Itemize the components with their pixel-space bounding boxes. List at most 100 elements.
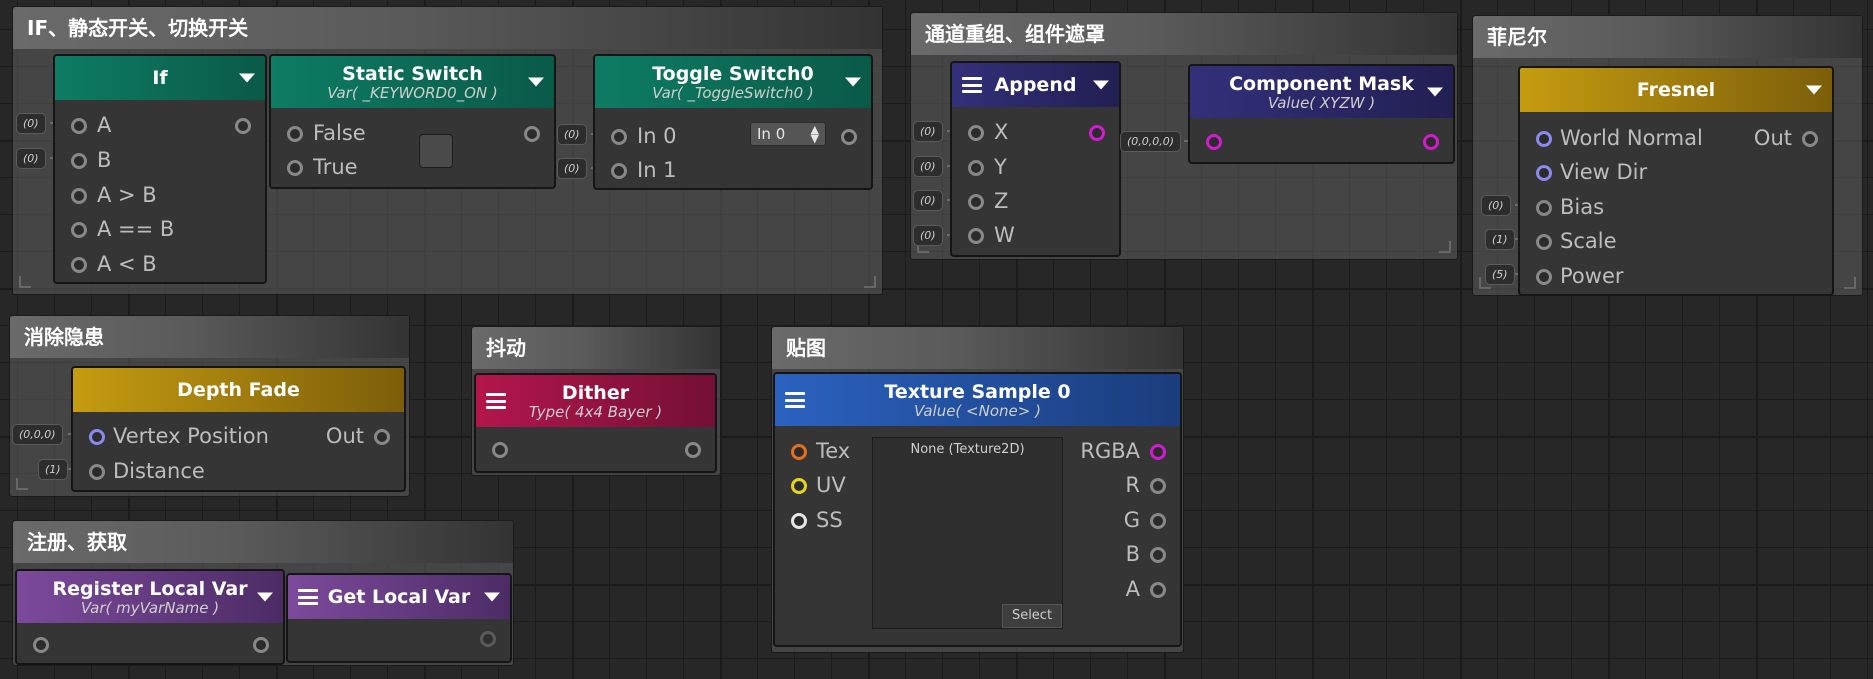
node-header[interactable]: Get Local Var [288,575,510,619]
dropdown-triangle-icon[interactable] [1427,87,1443,97]
dropdown-triangle-icon[interactable] [239,73,255,83]
input-port[interactable] [492,442,508,458]
node-static-switch[interactable]: Static Switch Var( _KEYWORD0_ON ) False … [269,54,556,189]
menu-icon[interactable] [486,393,506,409]
menu-icon[interactable] [785,392,805,408]
node-get-local-var[interactable]: Get Local Var [286,573,512,663]
input-port[interactable] [1536,269,1552,285]
node-header[interactable]: Register Local Var Var( myVarName ) [17,571,283,623]
select-texture-button[interactable]: Select [1002,604,1062,628]
input-port[interactable] [71,257,87,273]
resize-corner[interactable] [19,276,31,288]
output-port[interactable] [685,442,701,458]
default-value-chip[interactable]: (0) [557,158,587,179]
default-value-chip[interactable]: (0) [913,190,943,211]
node-header[interactable]: Toggle Switch0 Var( _ToggleSwitch0 ) [595,56,871,108]
output-port[interactable] [253,637,269,653]
input-port[interactable] [71,222,87,238]
input-port[interactable] [1206,134,1222,150]
output-port[interactable] [1150,582,1166,598]
input-port[interactable] [611,129,627,145]
texture-preview[interactable]: None (Texture2D) Select [872,437,1063,629]
input-port[interactable] [1536,165,1552,181]
node-texture-sample[interactable]: Texture Sample 0 Value( <None> ) Tex RGB… [773,372,1182,647]
current-input-dropdown[interactable]: In 0 ▲ ▼ [750,122,826,146]
node-fresnel[interactable]: Fresnel World Normal Out View Dir Bias S… [1518,66,1834,296]
input-port[interactable] [611,163,627,179]
input-port[interactable] [71,188,87,204]
node-header[interactable]: Depth Fade [73,368,404,412]
output-port[interactable] [1150,478,1166,494]
output-port[interactable] [1150,513,1166,529]
node-header[interactable]: Dither Type( 4x4 Bayer ) [476,375,715,427]
resize-corner[interactable] [1439,241,1451,253]
output-port[interactable] [235,118,251,134]
dropdown-triangle-icon[interactable] [528,77,544,87]
node-component-mask[interactable]: Component Mask Value( XYZW ) [1188,64,1455,164]
input-port[interactable] [1536,234,1552,250]
input-port[interactable] [968,125,984,141]
input-port[interactable] [287,126,303,142]
input-port[interactable] [968,228,984,244]
dropdown-triangle-icon[interactable] [845,77,861,87]
output-port[interactable] [1150,444,1166,460]
input-port[interactable] [1536,200,1552,216]
input-port[interactable] [791,444,807,460]
input-port[interactable] [33,637,49,653]
node-header[interactable]: Static Switch Var( _KEYWORD0_ON ) [271,56,554,108]
dropdown-triangle-icon[interactable] [1806,85,1822,95]
node-toggle-switch[interactable]: Toggle Switch0 Var( _ToggleSwitch0 ) In … [593,54,873,190]
default-value-chip[interactable]: (0,0,0,0) [1120,131,1182,152]
input-port[interactable] [968,194,984,210]
output-port[interactable] [524,126,540,142]
node-if[interactable]: If A B A > B A == B A < B [53,54,267,284]
input-port[interactable] [89,429,105,445]
default-value-chip[interactable]: (0) [913,121,943,142]
default-value-chip[interactable]: (0) [1481,195,1511,216]
output-port[interactable] [1802,131,1818,147]
output-port[interactable] [1423,134,1439,150]
dropdown-triangle-icon[interactable] [484,592,500,602]
default-value-chip[interactable]: (0,0,0) [12,424,63,445]
default-value-chip[interactable]: (0) [16,148,46,169]
resize-corner[interactable] [1844,277,1856,289]
node-header[interactable]: Append [952,63,1119,107]
resize-corner[interactable] [16,478,28,490]
input-port[interactable] [791,478,807,494]
output-port[interactable] [480,631,496,647]
input-port[interactable] [89,464,105,480]
input-port[interactable] [1536,131,1552,147]
output-port[interactable] [374,429,390,445]
input-port[interactable] [71,118,87,134]
output-port[interactable] [1089,125,1105,141]
output-port[interactable] [1150,547,1166,563]
input-port[interactable] [287,160,303,176]
io-row [17,629,283,659]
menu-icon[interactable] [962,77,982,93]
input-port[interactable] [71,153,87,169]
node-header[interactable]: Component Mask Value( XYZW ) [1190,66,1453,118]
default-value-chip[interactable]: (0) [557,124,587,145]
default-value-chip[interactable]: (0) [913,225,943,246]
input-port[interactable] [968,160,984,176]
dropdown-triangle-icon[interactable] [257,592,273,602]
menu-icon[interactable] [298,589,318,605]
port-label: In 1 [637,158,677,182]
output-port[interactable] [841,129,857,145]
dropdown-triangle-icon[interactable] [1093,80,1109,90]
node-header[interactable]: Fresnel [1520,68,1832,112]
node-append[interactable]: Append X Y Z W [950,61,1121,257]
node-header[interactable]: Texture Sample 0 Value( <None> ) [775,374,1180,426]
node-register-local-var[interactable]: Register Local Var Var( myVarName ) [15,569,285,665]
resize-corner[interactable] [864,276,876,288]
node-header[interactable]: If [55,56,265,100]
default-value-chip[interactable]: (1) [38,459,68,480]
keyword-toggle-checkbox[interactable] [419,134,453,168]
default-value-chip[interactable]: (0) [16,113,46,134]
input-port[interactable] [791,513,807,529]
default-value-chip[interactable]: (1) [1485,229,1515,250]
node-dither[interactable]: Dither Type( 4x4 Bayer ) [474,373,717,473]
default-value-chip[interactable]: (5) [1485,264,1515,285]
node-depth-fade[interactable]: Depth Fade Vertex Position Out Distance [71,366,406,492]
default-value-chip[interactable]: (0) [913,156,943,177]
